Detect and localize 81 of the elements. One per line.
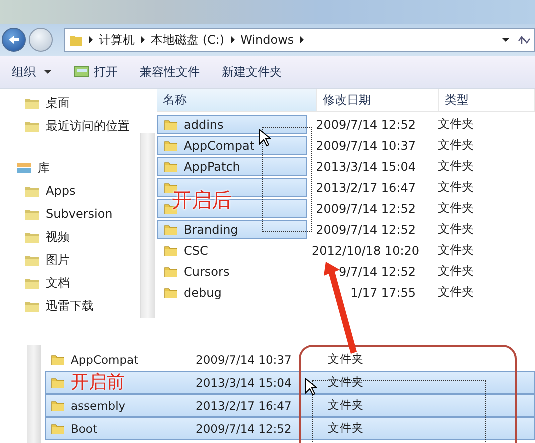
file-name: assembly (71, 398, 126, 412)
file-name: debug (184, 286, 222, 300)
left-arrow-icon (8, 35, 20, 45)
column-header[interactable]: 修改日期 (317, 89, 439, 111)
type-cell-text: 文件夹 (437, 158, 474, 175)
dropdown-caret-icon[interactable] (502, 38, 510, 42)
toolbar-button[interactable]: 打开 (74, 64, 118, 80)
breadcrumb-link[interactable]: 本地磁盘 (C:) (151, 32, 225, 48)
sidebar-item[interactable]: 文档 (0, 273, 140, 293)
type-cell-text: 文件夹 (437, 137, 474, 154)
refresh-icon (516, 34, 530, 46)
name-cell[interactable]: debug (157, 283, 307, 302)
chevron-icon (230, 36, 235, 44)
chevron-icon (141, 36, 145, 44)
file-name: Boot (71, 422, 98, 436)
date-cell-text: 9/7/14 12:52 (338, 264, 416, 278)
sidebar-item[interactable]: Subversion (0, 204, 140, 224)
date-cell-text: 2009/7/14 10:37 (196, 352, 293, 366)
file-name: AppCompat (71, 352, 139, 366)
file-row[interactable]: AppCompat 2009/7/14 10:37 文件夹 (45, 348, 535, 371)
forward-button[interactable] (29, 28, 53, 52)
date-cell-text: 2013/3/14 15:04 (315, 160, 416, 174)
chevron-icon (89, 36, 93, 44)
sidebar-item[interactable]: 最近访问的位置 (0, 116, 140, 136)
scrollbar[interactable] (140, 133, 155, 318)
name-cell[interactable]: CSC (157, 241, 307, 260)
file-row[interactable]: assembly 2013/2/17 16:47 文件夹 (45, 394, 535, 417)
annotation-label: 开启后 (172, 187, 232, 214)
file-name: Cursors (184, 264, 230, 278)
type-cell-text: 文件夹 (437, 200, 474, 217)
file-name: AppCompat (184, 138, 255, 152)
type-cell: 文件夹 (328, 398, 364, 413)
sidebar-item[interactable]: 桌面 (0, 93, 140, 113)
type-cell-text: 文件夹 (437, 179, 474, 196)
column-header[interactable]: 名称 (157, 89, 317, 111)
toolbar-button[interactable]: 兼容性文件 (140, 64, 200, 80)
date-cell-text: 2009/7/14 10:37 (315, 138, 416, 152)
name-cell[interactable]: AppCompat (157, 136, 307, 155)
caret-icon (44, 70, 52, 74)
cursor-icon (305, 378, 317, 396)
file-name: Branding (184, 222, 238, 236)
sidebar-item[interactable]: 迅雷下载 (0, 296, 140, 316)
address-bar[interactable]: 计算机 本地磁盘 (C:) Windows (64, 28, 535, 52)
sidebar-item[interactable]: 视频 (0, 227, 140, 247)
chevron-icon (300, 36, 304, 44)
file-row[interactable]: Boot 2009/7/14 12:52 文件夹 (45, 417, 535, 440)
file-name: CSC (184, 244, 208, 258)
cursor-icon (259, 129, 271, 147)
name-cell[interactable]: Cursors (157, 262, 307, 281)
name-cell[interactable]: AppPatch (157, 157, 307, 176)
back-button[interactable] (2, 28, 26, 52)
type-cell-text: 文件夹 (437, 242, 474, 259)
date-cell-text: 2013/2/17 16:47 (196, 398, 293, 412)
name-cell[interactable]: Branding (157, 220, 307, 239)
type-cell: 文件夹 (328, 352, 364, 367)
date-cell-text: 2009/7/14 12:52 (315, 222, 416, 236)
date-cell-text: 2009/7/14 12:52 (196, 422, 293, 436)
type-cell-text: 文件夹 (437, 116, 474, 133)
breadcrumb-link[interactable]: Windows (240, 33, 294, 47)
date-cell-text: 2013/3/14 15:04 (196, 376, 293, 390)
column-header[interactable]: 类型 (439, 89, 535, 111)
sidebar-item[interactable]: 图片 (0, 250, 140, 270)
type-cell: 文件夹 (328, 421, 364, 436)
scrollbar[interactable] (27, 345, 41, 443)
type-cell-text: 文件夹 (437, 263, 474, 280)
annotation-label: 开启前 (71, 373, 125, 392)
date-cell-text: 2013/2/17 16:47 (315, 180, 416, 194)
open-icon (74, 66, 90, 78)
file-name: AppPatch (184, 160, 240, 174)
sidebar-item[interactable]: Apps (0, 181, 140, 201)
type-cell-text: 文件夹 (437, 221, 474, 238)
toolbar-button[interactable]: 新建文件夹 (222, 64, 282, 80)
type-cell-text: 文件夹 (437, 284, 474, 301)
organize-menu[interactable]: 组织 (12, 64, 52, 80)
breadcrumb-link[interactable]: 计算机 (99, 32, 135, 48)
date-cell-text: 2009/7/14 12:52 (315, 118, 416, 132)
date-cell-text: 1/17 17:55 (350, 286, 416, 300)
date-cell-text: 2009/7/14 12:52 (315, 202, 416, 216)
name-cell[interactable]: addins (157, 115, 307, 134)
sidebar-item[interactable]: 库 (0, 158, 140, 178)
file-name: addins (184, 118, 224, 132)
